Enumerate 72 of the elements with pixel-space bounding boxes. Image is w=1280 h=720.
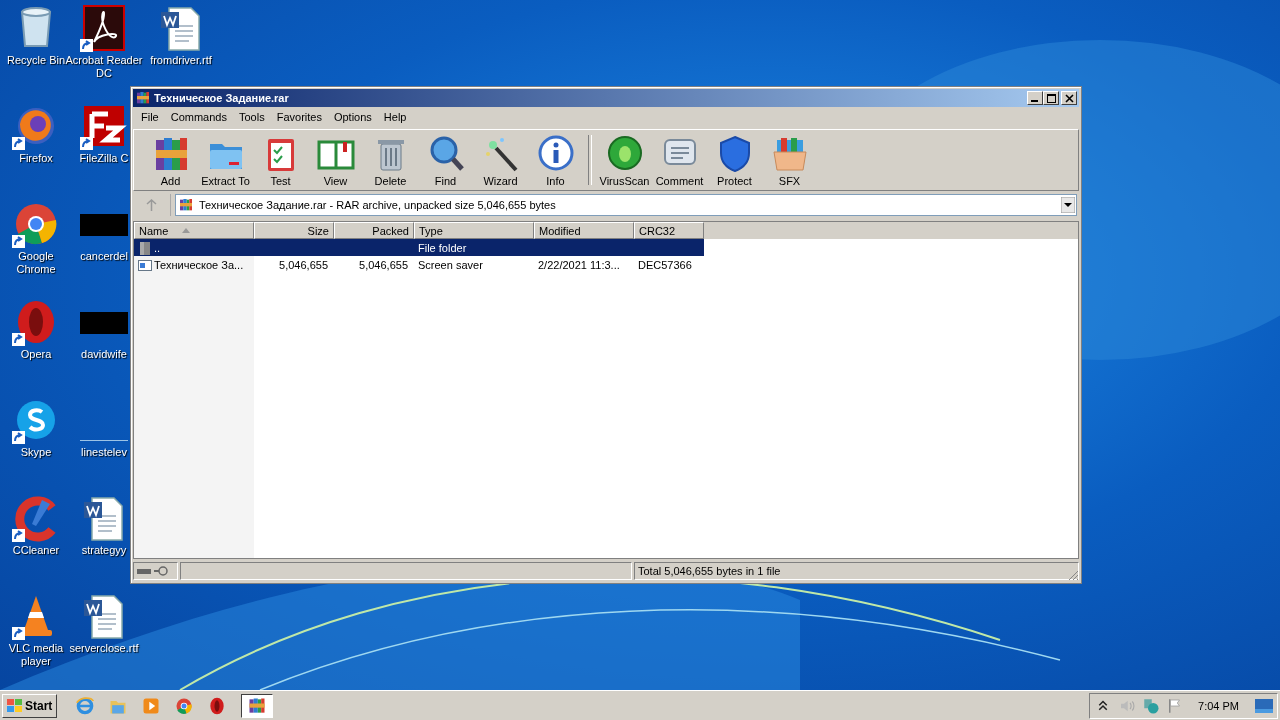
address-field[interactable]: Техническое Задание.rar - RAR archive, unpacked size 5,046,655 bytes (175, 194, 1077, 216)
maximize-icon (1046, 93, 1056, 103)
icon-label[interactable]: davidwife (81, 348, 127, 361)
file-row[interactable]: .. File folder (134, 239, 704, 256)
dropdown-arrow-icon[interactable] (1061, 197, 1075, 213)
icon-label[interactable]: Firefox (3, 152, 69, 165)
icon-label[interactable]: Opera (3, 348, 69, 361)
icon-label[interactable]: cancerdel (80, 250, 128, 263)
file-icon (138, 257, 152, 272)
toolbar-button[interactable]: Delete (364, 132, 417, 188)
toolbar-button[interactable]: Extract To (199, 132, 252, 188)
window-title: Техническое Задание.rar (154, 92, 289, 104)
windows-logo-icon (7, 698, 23, 713)
show-desktop-icon[interactable] (1255, 698, 1273, 713)
start-button[interactable]: Start (2, 693, 58, 718)
table-cell: File folder (418, 241, 467, 254)
close-icon (1064, 93, 1074, 103)
file-row[interactable]: Техническое За... 5,046,655 5,046,655 Screen saver 2/22/2021 11:3... DEC57366 (134, 256, 704, 273)
toolbar-button[interactable]: Info (529, 132, 582, 188)
table-cell: 5,046,655 (359, 258, 408, 271)
column-header[interactable]: Packed (334, 222, 414, 239)
table-cell: DEC57366 (638, 258, 692, 271)
drive-key-icon (137, 566, 171, 576)
icon-label[interactable]: FileZilla C (79, 152, 129, 165)
status-text: Total 5,046,655 bytes in 1 file (638, 565, 781, 577)
maximize-button[interactable] (1043, 91, 1059, 105)
books-icon (135, 90, 151, 106)
icon-label[interactable]: VLC media player (3, 642, 69, 668)
toolbar-button[interactable]: VirusScan (598, 132, 651, 188)
up-arrow-icon (146, 199, 157, 211)
toolbar-button[interactable]: Wizard (474, 132, 527, 188)
table-cell: 2/22/2021 11:3... (538, 258, 620, 271)
icon-label[interactable]: Acrobat Reader DC (64, 54, 144, 80)
toolbar-button[interactable]: Protect (708, 132, 761, 188)
document-logo-icon[interactable] (80, 4, 128, 52)
menu-item[interactable]: Commands (164, 111, 233, 123)
menu-item[interactable]: Options (327, 111, 378, 123)
column-header[interactable]: Name (134, 222, 254, 239)
folder-icon (138, 240, 152, 255)
icon-label[interactable]: Skype (3, 446, 69, 459)
table-cell: .. (154, 241, 161, 254)
menu-item[interactable]: Help (377, 111, 413, 123)
taskbar-button[interactable] (241, 693, 274, 718)
column-header[interactable]: Size (254, 222, 334, 239)
bug-icon (605, 134, 644, 172)
menu-item[interactable]: Favorites (270, 111, 328, 123)
column-header[interactable]: CRC32 (634, 222, 704, 239)
toolbar-button[interactable]: Add (144, 132, 197, 188)
icon-label[interactable]: fromdriver.rtf (150, 54, 212, 67)
table-cell: 5,046,655 (279, 258, 328, 271)
close-button[interactable] (1061, 91, 1077, 105)
resize-grip-icon[interactable] (1067, 569, 1079, 581)
toolbar-button[interactable]: View (309, 132, 362, 188)
column-header[interactable]: Type (414, 222, 534, 239)
toolbar-button[interactable]: Test (254, 132, 307, 188)
table-cell: Техническое За... (154, 258, 244, 271)
minimize-button[interactable] (1027, 91, 1043, 105)
column-header[interactable]: Modified (534, 222, 634, 239)
toolbar-button[interactable]: Comment (653, 132, 706, 188)
menu-item[interactable]: Tools (233, 111, 271, 123)
books-icon (178, 197, 194, 213)
toolbar-button[interactable]: Find (419, 132, 472, 188)
table-cell: Screen saver (418, 258, 483, 271)
icon-label[interactable]: CCleaner (3, 544, 69, 557)
info-icon (536, 134, 575, 172)
icon-label[interactable]: serverclose.rtf (69, 642, 139, 655)
icon-label[interactable]: linestelev (81, 446, 127, 459)
menu-item[interactable]: File (135, 111, 165, 123)
icon-label[interactable]: Google Chrome (3, 250, 69, 276)
clock[interactable]: 7:04 PM (1198, 699, 1239, 712)
toolbar-button[interactable]: SFX (763, 132, 816, 188)
icon-label[interactable]: strategyy (81, 544, 127, 557)
